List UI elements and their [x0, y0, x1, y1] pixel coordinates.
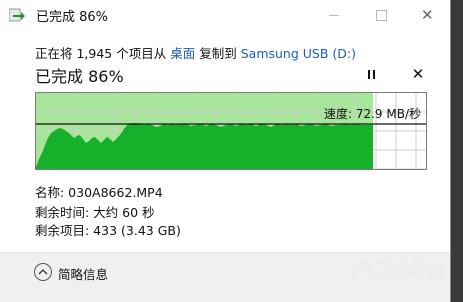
chevron-up-icon [34, 263, 52, 281]
source-link[interactable]: 桌面 [170, 46, 195, 61]
copy-prefix: 正在将 1,945 个项目从 [35, 46, 167, 61]
copy-progress-icon [9, 8, 25, 22]
file-name: 名称: 030A8662.MP4 [35, 185, 163, 200]
window-title: 已完成 86% [36, 10, 109, 25]
close-icon: ✕ [411, 65, 425, 83]
copy-middle: 复制到 [199, 46, 237, 61]
cancel-button[interactable]: ✕ [409, 64, 427, 84]
minimize-button[interactable] [311, 0, 357, 31]
progress-heading: 已完成 86% [35, 67, 124, 86]
transfer-speed-graph: 速度: 72.9 MB/秒 [35, 92, 427, 170]
watermark-logo: PConline [352, 256, 446, 283]
maximize-button[interactable] [357, 0, 403, 31]
close-button[interactable]: ✕ [405, 0, 451, 31]
speed-label: 速度: 72.9 MB/秒 [323, 107, 421, 121]
items-remaining: 剩余项目: 433 (3.43 GB) [35, 223, 181, 238]
maximize-icon [376, 10, 387, 21]
pause-button[interactable] [363, 66, 381, 84]
title-bar[interactable]: 已完成 86% ✕ [0, 0, 450, 31]
fewer-details-label: 简略信息 [58, 267, 109, 282]
close-icon: ✕ [421, 6, 434, 24]
minimize-icon [329, 15, 339, 16]
copy-description: 正在将 1,945 个项目从 桌面 复制到 Samsung USB (D:) [35, 43, 356, 62]
destination-link[interactable]: Samsung USB (D:) [241, 46, 356, 61]
time-remaining: 剩余时间: 大约 60 秒 [35, 205, 155, 220]
